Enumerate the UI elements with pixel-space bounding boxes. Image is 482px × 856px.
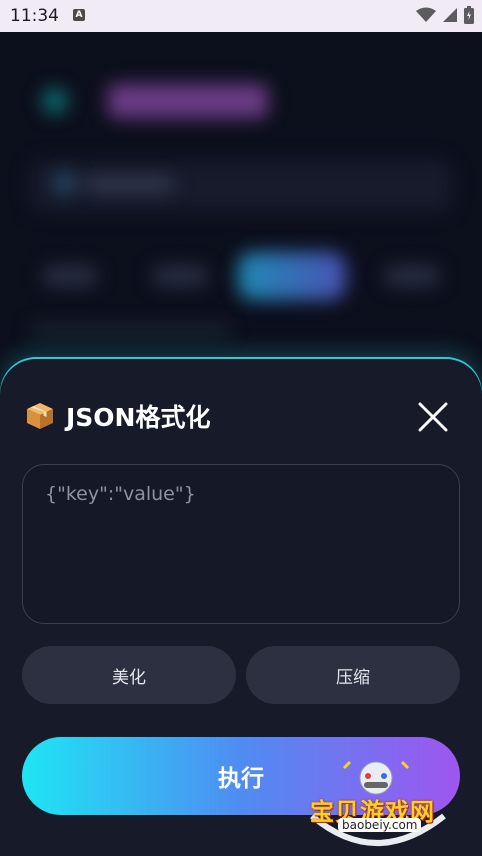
close-button[interactable] [414,398,452,436]
background-tab-active [238,252,346,300]
signal-icon [443,8,457,22]
a-letter-icon: A [73,9,85,21]
wifi-icon [416,7,436,22]
background-tab [384,266,440,286]
watermark-logo: 宝贝游戏网 baobeiy.com [304,760,454,850]
beautify-button[interactable]: 美化 [22,646,236,704]
sheet-title: JSON格式化 [66,403,211,432]
background-tab [42,266,98,286]
close-icon [418,402,448,432]
background-row-text [84,178,174,190]
watermark-url: baobeiy.com [338,818,422,832]
background-row-icon [54,172,76,194]
package-icon [27,403,53,429]
status-bar: 11:34 A [0,0,482,32]
json-input[interactable] [22,464,460,624]
background-tab [152,266,208,286]
background-title [108,84,268,118]
sheet-header: JSON格式化 [24,396,210,436]
status-time: 11:34 [10,6,59,26]
background-logo [42,88,68,114]
screen: 11:34 A JSON格式化 {"key":"value"} 美化 压缩 执行… [0,0,482,856]
compress-button[interactable]: 压缩 [246,646,460,704]
battery-icon [464,6,474,24]
background-divider [30,326,230,334]
status-icons [416,6,474,24]
